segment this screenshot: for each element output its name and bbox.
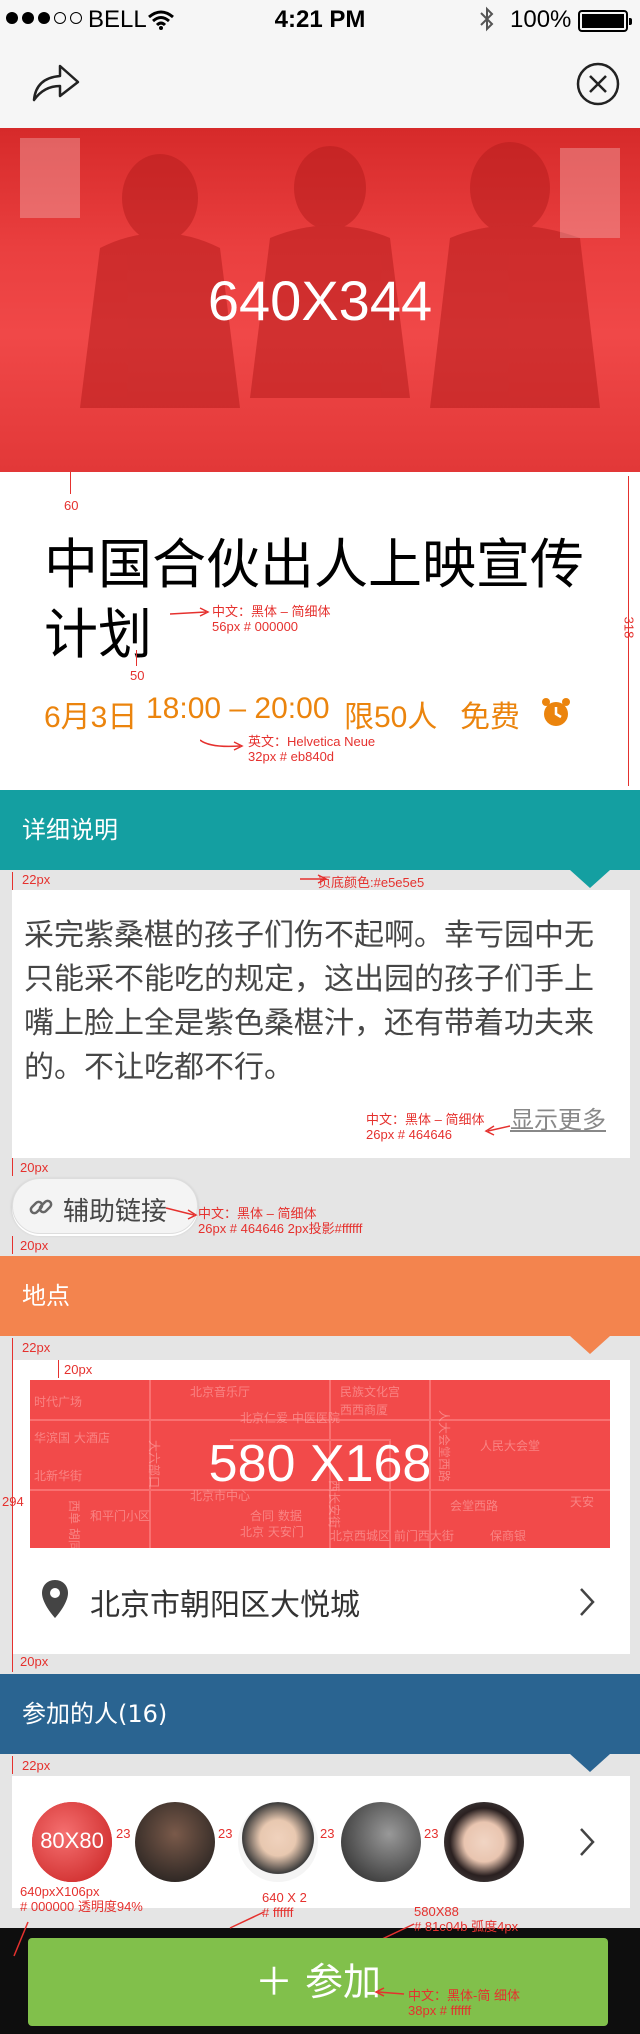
nav-bar (0, 40, 640, 128)
location-section-title: 地点 (22, 1282, 70, 1310)
event-price: 免费 (460, 701, 520, 734)
title-spec-annotation: 中文：黑体 – 简细体 56px # 000000 (212, 604, 331, 634)
spacing-marker (12, 1756, 13, 1774)
map-street-label: 合同 数据 (250, 1508, 302, 1523)
map-street-label: 北京仁爱 中医医院 (240, 1410, 340, 1425)
participants-section-header: 参加的人(16) (0, 1674, 640, 1772)
spacing-label: 50 (130, 668, 145, 683)
battery-percent: 100% (510, 6, 572, 33)
spacing-label: 22px (22, 872, 51, 887)
share-icon[interactable] (30, 62, 82, 104)
avatar[interactable]: 80X80 (32, 1802, 112, 1882)
battery-icon (578, 10, 632, 32)
map-street-label: 西单 胡同 (67, 1500, 81, 1548)
page-bg-annotation: 页底颜色:#e5e5e5 (318, 875, 425, 890)
spacing-marker (12, 872, 13, 890)
event-title: 中国合伙出人上映宣传计划 (44, 533, 584, 666)
map-street-label: 会堂西路 (450, 1498, 498, 1513)
map-street-label: 时代广场 (34, 1395, 82, 1409)
map-street-label: 西西商厦 (340, 1402, 388, 1417)
map-street-label: 天安 (570, 1494, 594, 1509)
spacing-marker (70, 472, 71, 494)
avatar[interactable] (238, 1802, 318, 1882)
participants-section-title: 参加的人(16) (22, 1700, 168, 1728)
avatar[interactable] (341, 1802, 421, 1882)
header-notch (570, 870, 610, 888)
spacing-marker (12, 1236, 13, 1254)
join-font-annotation: 中文：黑体-简 细体 38px # ffffff (408, 1988, 520, 2018)
event-address[interactable]: 北京市朝阳区大悦城 (90, 1580, 360, 1624)
details-section-header: 详细说明 (0, 790, 640, 888)
spacing-marker (58, 1360, 59, 1378)
avatar-gap-label: 23 (116, 1826, 131, 1841)
divider-annotation: 640 X 2 # ffffff (262, 1890, 307, 1920)
arrow-annotation (165, 1207, 198, 1220)
alarm-clock-icon[interactable] (540, 696, 572, 728)
header-notch (570, 1754, 610, 1772)
join-button[interactable]: ＋ 参加 (28, 1938, 608, 2026)
details-text: 采完紫桑椹的孩子们伤不起啊。幸亏园中无只能采不能吃的规定，这出园的孩子们手上嘴上… (24, 918, 594, 1085)
event-hero-image: 640X344 (0, 128, 640, 472)
height-label: 318 (621, 616, 637, 639)
status-bar: BELL 4:21 PM 100% (0, 0, 640, 40)
arrow-annotation (484, 1125, 511, 1136)
spacing-label: 20px (20, 1160, 49, 1175)
height-label: 294 (2, 1494, 24, 1509)
location-section-header: 地点 (0, 1256, 640, 1354)
auxiliary-link-label: 辅助链接 (63, 1197, 168, 1227)
details-section-title: 详细说明 (22, 816, 118, 844)
spacing-label: 20px (20, 1238, 49, 1253)
map-street-label: 北京西城区 前门西大街 (330, 1528, 454, 1543)
bluetooth-icon (480, 6, 494, 32)
close-icon[interactable] (576, 62, 620, 106)
location-pin-icon (42, 1580, 68, 1618)
header-notch (570, 1336, 610, 1354)
join-button-label: ＋ 参加 (254, 1960, 382, 2004)
spacing-label: 22px (22, 1340, 51, 1355)
arrow-annotation (374, 1987, 405, 1997)
join-button-annotation: 580X88 # 81c04b 弧度4px (414, 1904, 519, 1934)
arrow-annotation (229, 1911, 265, 1929)
map-street-label: 和平门小区 (90, 1508, 150, 1523)
avatar-size-label: 80X80 (40, 1828, 104, 1853)
spacing-marker (12, 1158, 13, 1176)
link-icon (29, 1199, 53, 1215)
bottom-bar-annotation: 640pxX106px # 000000 透明度94% (20, 1884, 143, 1914)
spacing-marker (136, 650, 137, 666)
avatar-gap-label: 23 (218, 1826, 233, 1841)
link-spec-annotation: 中文：黑体 – 简细体 26px # 464646 2px投影#ffffff (198, 1206, 363, 1236)
avatar[interactable] (444, 1802, 524, 1882)
map-street-label: 北京音乐厅 (190, 1384, 250, 1399)
spacing-marker (12, 1654, 13, 1672)
avatar-gap-label: 23 (320, 1826, 335, 1841)
spacing-label: 22px (22, 1758, 51, 1773)
show-more-link[interactable]: 显示更多 (510, 1100, 606, 1135)
map-street-label: 民族文化宫 (340, 1384, 400, 1399)
spacing-label: 60 (64, 498, 79, 513)
event-time: 18:00 – 20:00 (146, 692, 330, 725)
datetime-spec-annotation: 英文：Helvetica Neue 32px # eb840d (248, 734, 376, 764)
map-street-label: 北京 天安门 (240, 1524, 304, 1539)
spacing-label: 20px (64, 1362, 93, 1377)
event-limit: 限50人 (344, 701, 438, 734)
map-street-label: 保商银 (490, 1528, 526, 1543)
hero-size-label: 640X344 (207, 269, 433, 332)
chevron-right-icon[interactable] (578, 1586, 596, 1618)
avatar-gap-label: 23 (424, 1826, 439, 1841)
avatar[interactable] (135, 1802, 215, 1882)
spacing-label: 20px (20, 1654, 49, 1669)
chevron-right-icon[interactable] (578, 1826, 596, 1858)
location-map[interactable]: 北京音乐厅 北京仁爱 中医医院 民族文化宫 西西商厦 大六部口 人大会堂西路 人… (30, 1380, 610, 1548)
arrow-annotation (170, 607, 210, 617)
desc-spec-annotation: 中文：黑体 – 简细体 26px # 464646 (366, 1112, 485, 1142)
map-size-label: 580 X168 (208, 1435, 432, 1493)
arrow-annotation (200, 739, 244, 751)
event-date: 6月3日 (44, 701, 138, 734)
